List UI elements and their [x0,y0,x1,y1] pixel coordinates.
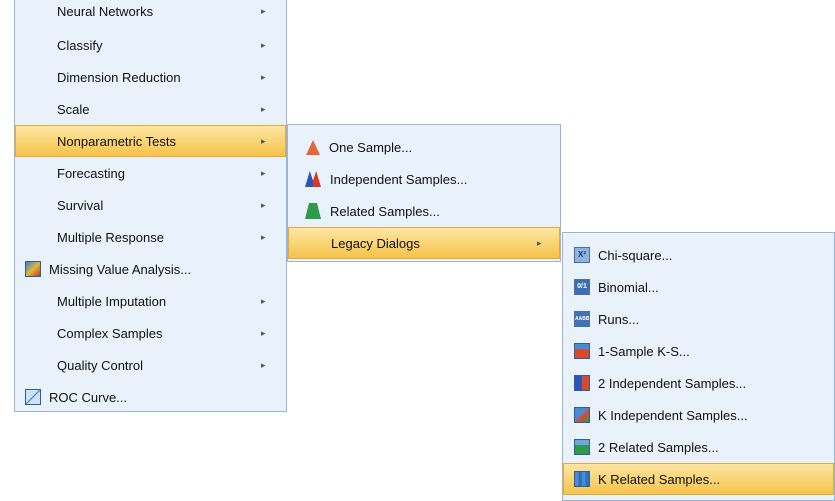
submenu-arrow-icon: ▸ [261,71,266,82]
menu-item-chi-square[interactable]: X² Chi-square... [563,239,834,271]
menu-item-label: K Related Samples... [598,471,721,487]
independent-samples-icon [305,171,321,187]
related-samples-icon [305,203,321,219]
runs-icon: AABB [574,311,590,327]
menu-item-multiple-response[interactable]: Multiple Response ▸ [15,221,286,253]
submenu-arrow-icon: ▸ [261,5,266,16]
menu-item-label: Scale [57,101,90,117]
menu-item-label: Survival [57,197,104,213]
menu-item-scale[interactable]: Scale ▸ [15,93,286,125]
menu-item-roc-curve[interactable]: ROC Curve... [15,381,286,413]
submenu-arrow-icon: ▸ [261,295,266,306]
menu-item-k-related-samples[interactable]: K Related Samples... [563,463,834,495]
menu-item-quality-control[interactable]: Quality Control ▸ [15,349,286,381]
menu-item-label: Neural Networks [57,3,154,19]
roc-curve-icon [25,389,41,405]
two-related-samples-icon [574,439,590,455]
submenu-arrow-icon: ▸ [537,237,542,248]
menu-item-dimension-reduction[interactable]: Dimension Reduction ▸ [15,61,286,93]
one-sample-ks-icon [574,343,590,359]
menu-item-label: ROC Curve... [49,389,128,405]
menu-item-label: Multiple Response [57,229,164,245]
menu-item-2-related-samples[interactable]: 2 Related Samples... [563,431,834,463]
menu-item-label: Independent Samples... [330,171,468,187]
menu-item-survival[interactable]: Survival ▸ [15,189,286,221]
menu-item-label: Binomial... [598,279,659,295]
menu-item-one-sample[interactable]: One Sample... [288,131,560,163]
menu-item-label: Complex Samples [57,325,163,341]
menu-item-k-independent-samples[interactable]: K Independent Samples... [563,399,834,431]
submenu-arrow-icon: ▸ [261,135,266,146]
menu-item-label: Nonparametric Tests [57,133,176,149]
submenu-arrow-icon: ▸ [261,359,266,370]
menu-item-nonparametric-tests[interactable]: Nonparametric Tests ▸ [15,125,286,157]
menu-item-label: Forecasting [57,165,125,181]
legacy-dialogs-submenu: X² Chi-square... 0/1 Binomial... AABB Ru… [562,232,835,501]
menu-item-multiple-imputation[interactable]: Multiple Imputation ▸ [15,285,286,317]
submenu-arrow-icon: ▸ [261,167,266,178]
analyze-submenu: Neural Networks ▸ Classify ▸ Dimension R… [14,0,287,412]
menu-item-label: Legacy Dialogs [331,235,420,251]
one-sample-icon [306,139,320,155]
two-independent-samples-icon [574,375,590,391]
missing-value-icon [25,261,41,277]
menu-item-related-samples[interactable]: Related Samples... [288,195,560,227]
menu-item-neural-networks[interactable]: Neural Networks ▸ [15,0,286,27]
menu-item-label: Multiple Imputation [57,293,167,309]
submenu-arrow-icon: ▸ [261,103,266,114]
menu-item-2-independent-samples[interactable]: 2 Independent Samples... [563,367,834,399]
menu-item-binomial[interactable]: 0/1 Binomial... [563,271,834,303]
menu-item-label: Missing Value Analysis... [49,261,192,277]
menu-item-label: 1-Sample K-S... [598,343,690,359]
menu-item-runs[interactable]: AABB Runs... [563,303,834,335]
menu-item-classify[interactable]: Classify ▸ [15,29,286,61]
menu-item-label: 2 Independent Samples... [598,375,747,391]
k-related-samples-icon [574,471,590,487]
menu-item-complex-samples[interactable]: Complex Samples ▸ [15,317,286,349]
nonparametric-submenu: One Sample... Independent Samples... Rel… [287,124,561,262]
menu-item-label: Dimension Reduction [57,69,181,85]
menu-item-independent-samples[interactable]: Independent Samples... [288,163,560,195]
menu-item-forecasting[interactable]: Forecasting ▸ [15,157,286,189]
menu-item-label: Classify [57,37,103,53]
menu-item-1-sample-ks[interactable]: 1-Sample K-S... [563,335,834,367]
menu-item-label: Quality Control [57,357,143,373]
menu-item-label: Related Samples... [330,203,440,219]
menu-item-label: One Sample... [329,139,413,155]
submenu-arrow-icon: ▸ [261,199,266,210]
k-independent-samples-icon [574,407,590,423]
chi-square-icon: X² [574,247,590,263]
submenu-arrow-icon: ▸ [261,39,266,50]
menu-item-label: Chi-square... [598,247,673,263]
menu-item-legacy-dialogs[interactable]: Legacy Dialogs ▸ [288,227,560,259]
submenu-arrow-icon: ▸ [261,327,266,338]
menu-item-missing-value-analysis[interactable]: Missing Value Analysis... [15,253,286,285]
menu-item-label: K Independent Samples... [598,407,748,423]
menu-item-label: Runs... [598,311,640,327]
submenu-arrow-icon: ▸ [261,231,266,242]
binomial-icon: 0/1 [574,279,590,295]
menu-item-label: 2 Related Samples... [598,439,719,455]
